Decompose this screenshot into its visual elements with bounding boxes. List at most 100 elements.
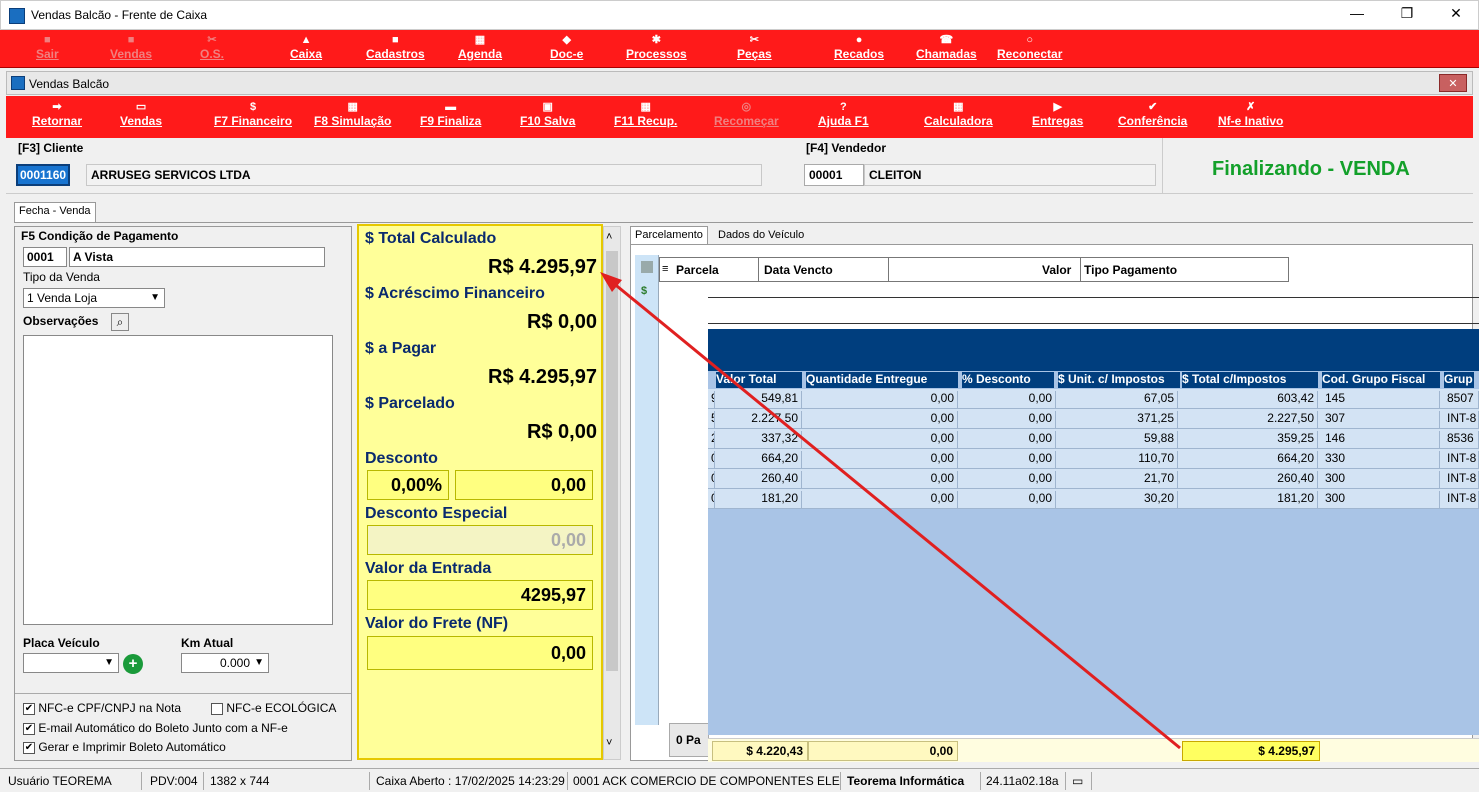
col-data-vencto[interactable]: Data Vencto	[764, 263, 833, 277]
vendas-icon: ▭	[135, 101, 147, 113]
chevron-down-icon[interactable]: ˅	[606, 737, 612, 749]
toolbar_sale-ajuda-f1-button[interactable]: ? Ajuda F1	[818, 101, 869, 128]
toolbar_sale-recomecar-button[interactable]: ◎ Recomeçar	[714, 101, 779, 128]
cond-code-input[interactable]: 0001	[23, 247, 67, 267]
toolbar_sale-nf-e-inativo-button[interactable]: ✗ Nf-e Inativo	[1218, 101, 1283, 128]
cell-desc: 0,00	[960, 411, 1056, 429]
grid-icon[interactable]	[641, 261, 653, 273]
f9-finaliza-icon: ▬	[445, 101, 457, 113]
vendedor-name-field[interactable]: CLEITON	[864, 164, 1156, 186]
chk-email-row[interactable]: ✔ E-mail Automático do Boleto Junto com …	[23, 721, 288, 735]
table-row[interactable]: 0181,200,000,0030,20181,20300INT-8	[708, 489, 1479, 509]
grid-menu-icon[interactable]: ≡	[662, 263, 668, 275]
toolbar_main-processos-button[interactable]: ✱ Processos	[626, 34, 687, 61]
table-row[interactable]: 0260,400,000,0021,70260,40300INT-8	[708, 469, 1479, 489]
cell-grupo: 146	[1322, 431, 1440, 449]
col-valor-total[interactable]: Valor Total	[716, 372, 802, 388]
cell-unit: 67,05	[1058, 391, 1178, 409]
checkbox-checked-icon[interactable]: ✔	[23, 702, 35, 715]
valor-entrada-input[interactable]: 4295,97	[367, 580, 593, 610]
cell-tot_imp: 2.227,50	[1182, 411, 1318, 429]
retornar-label: Retornar	[32, 114, 83, 128]
tab-dados-veiculo[interactable]: Dados do Veículo	[718, 229, 804, 241]
money-bag-icon[interactable]: $	[641, 285, 647, 297]
observacoes-textarea[interactable]	[23, 335, 333, 625]
col-grup[interactable]: Grup	[1444, 372, 1474, 388]
desconto-val-input[interactable]: 0,00	[455, 470, 593, 500]
toolbar_main-cadastros-button[interactable]: ■ Cadastros	[366, 34, 425, 61]
checkbox-checked-icon[interactable]: ✔	[23, 722, 35, 735]
child-app-icon	[11, 76, 25, 90]
sair-icon: ■	[44, 34, 51, 46]
toolbar_sale-calculadora-button[interactable]: ▦ Calculadora	[924, 101, 993, 128]
chevron-up-icon[interactable]: ˄	[606, 231, 612, 243]
toolbar_main-sair-button[interactable]: ■ Sair	[36, 34, 59, 61]
toolbar_main-doc-e-button[interactable]: ◆ Doc-e	[550, 34, 583, 61]
toolbar_sale-f11-recup-button[interactable]: ▦ F11 Recup.	[614, 101, 677, 128]
table-row[interactable]: 2337,320,000,0059,88359,251468536	[708, 429, 1479, 449]
col-desconto[interactable]: % Desconto	[962, 372, 1054, 388]
chk-boleto-row[interactable]: ✔ Gerar e Imprimir Boleto Automático	[23, 740, 226, 754]
desconto-pct-input[interactable]: 0,00%	[367, 470, 449, 500]
cliente-name-field[interactable]: ARRUSEG SERVICOS LTDA	[86, 164, 762, 186]
totals-scrollbar[interactable]: ˄ ˅	[603, 226, 621, 760]
col-quantidade-entregue[interactable]: Quantidade Entregue	[806, 372, 958, 388]
toolbar_sale-f10-salva-button[interactable]: ▣ F10 Salva	[520, 101, 575, 128]
toolbar_main-recados-button[interactable]: ● Recados	[834, 34, 884, 61]
placa-veiculo-select[interactable]: ▼	[23, 653, 119, 673]
cadastros-label: Cadastros	[366, 47, 425, 61]
toolbar_sale-entregas-button[interactable]: ▶ Entregas	[1032, 101, 1083, 128]
cond-name-input[interactable]: A Vista	[69, 247, 325, 267]
status-pdv-004: PDV:004	[146, 772, 204, 790]
toolbar_main-vendas-button[interactable]: ■ Vendas	[110, 34, 152, 61]
toolbar_sale-f7-financeiro-button[interactable]: $ F7 Financeiro	[214, 101, 292, 128]
col-valor[interactable]: Valor	[1042, 263, 1071, 277]
toolbar_main-chamadas-button[interactable]: ☎ Chamadas	[916, 34, 977, 61]
toolbar_sale-f9-finaliza-button[interactable]: ▬ F9 Finaliza	[420, 101, 481, 128]
checkbox-unchecked-icon[interactable]	[211, 702, 223, 715]
calculadora-label: Calculadora	[924, 114, 993, 128]
km-atual-input[interactable]: 0.000 ▼	[181, 653, 269, 673]
col-parcela[interactable]: Parcela	[676, 263, 719, 277]
minimize-button[interactable]: —	[1342, 5, 1372, 21]
tipo-venda-select[interactable]: 1 Venda Loja ▼	[23, 288, 165, 308]
chk-boleto-label: Gerar e Imprimir Boleto Automático	[38, 740, 226, 754]
chk-cpf-row[interactable]: ✔ NFC-e CPF/CNPJ na Nota	[23, 701, 181, 715]
toolbar_sale-retornar-button[interactable]: ➡ Retornar	[32, 101, 82, 128]
toolbar_sale-f8-simulacao-button[interactable]: ▦ F8 Simulação	[314, 101, 391, 128]
restore-button[interactable]: ❐	[1392, 5, 1422, 22]
toolbar_main-pecas-button[interactable]: ✂ Peças	[737, 34, 772, 61]
status-1382-x-744: 1382 x 744	[206, 772, 370, 790]
col-cod-grupo-fiscal[interactable]: Cod. Grupo Fiscal	[1322, 372, 1440, 388]
valor-frete-input[interactable]: 0,00	[367, 636, 593, 670]
valor-entrada-label: Valor da Entrada	[365, 560, 492, 577]
toolbar_main-o-s-button[interactable]: ✂ O.S.	[200, 34, 224, 61]
toolbar_sale-conferencia-button[interactable]: ✔ Conferência	[1118, 101, 1187, 128]
divider	[15, 693, 351, 694]
child-close-button[interactable]: ✕	[1439, 74, 1467, 92]
col-tipo-pagamento[interactable]: Tipo Pagamento	[1084, 263, 1177, 277]
table-row[interactable]: 9549,810,000,0067,05603,421458507	[708, 389, 1479, 409]
checkbox-checked-icon[interactable]: ✔	[23, 741, 35, 754]
desc-especial-input[interactable]: 0,00	[367, 525, 593, 555]
tab-parcelamento[interactable]: Parcelamento	[630, 226, 708, 245]
search-icon[interactable]: ⌕	[111, 313, 129, 331]
table-row[interactable]: 52.227,500,000,00371,252.227,50307INT-8	[708, 409, 1479, 429]
toolbar_main-caixa-button[interactable]: ▲ Caixa	[290, 34, 322, 61]
toolbar_main-reconectar-button[interactable]: ○ Reconectar	[997, 34, 1062, 61]
close-button[interactable]: ✕	[1441, 5, 1471, 22]
col-total-c-impostos[interactable]: $ Total c/Impostos	[1182, 372, 1318, 388]
cell-tot_imp: 260,40	[1182, 471, 1318, 489]
toolbar_main-agenda-button[interactable]: ▦ Agenda	[458, 34, 502, 61]
table-row[interactable]: 0664,200,000,00110,70664,20330INT-8	[708, 449, 1479, 469]
chk-eco-row[interactable]: NFC-e ECOLÓGICA	[211, 701, 336, 715]
cell-unit: 30,20	[1058, 491, 1178, 509]
scrollbar-thumb[interactable]	[606, 251, 618, 671]
add-icon[interactable]: +	[123, 654, 143, 674]
vendedor-code-input[interactable]: 00001	[804, 164, 864, 186]
toolbar_sale-vendas-button[interactable]: ▭ Vendas	[120, 101, 162, 128]
cell-grp: INT-8	[1444, 471, 1479, 489]
cliente-code-input[interactable]: 0001160	[16, 164, 71, 186]
tab-fecha-venda[interactable]: Fecha - Venda	[14, 202, 96, 223]
col-unit-c-impostos[interactable]: $ Unit. c/ Impostos	[1058, 372, 1180, 388]
